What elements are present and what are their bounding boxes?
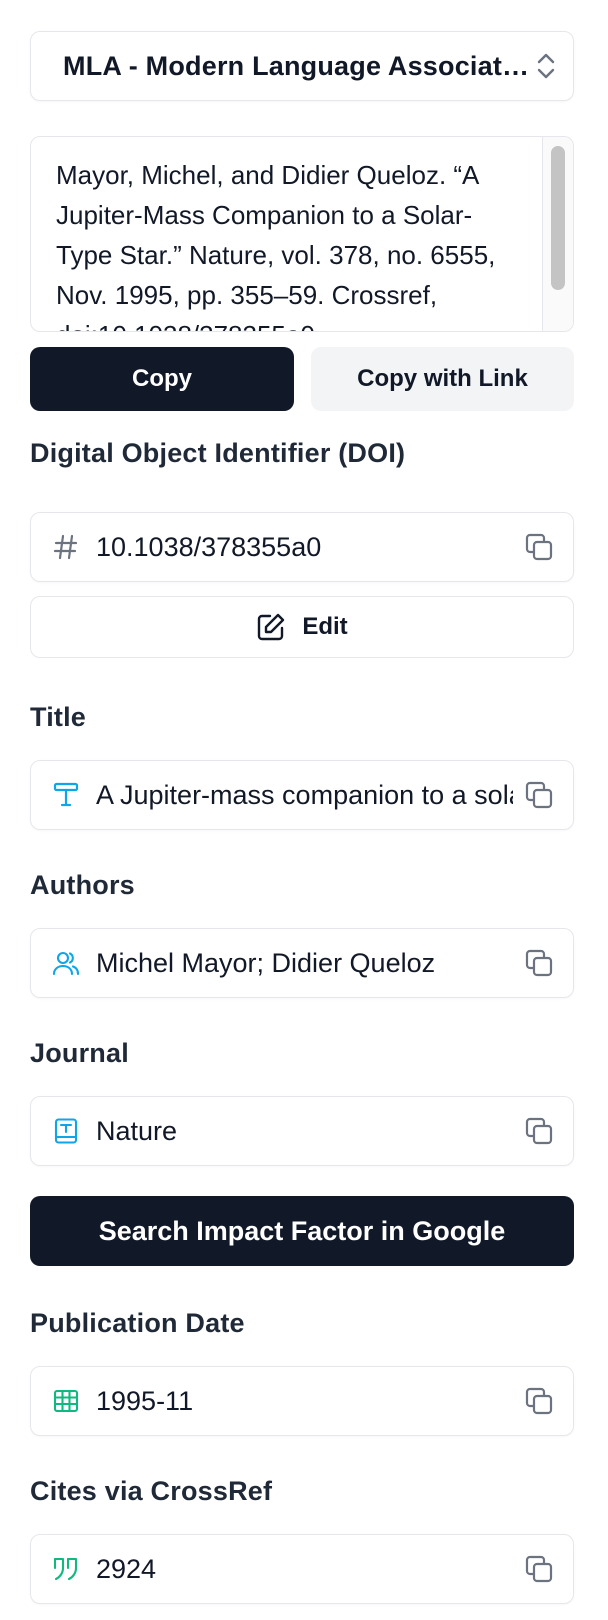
journal-label: Journal: [30, 1038, 129, 1068]
doi-value: 10.1038/378355a0: [96, 531, 322, 562]
table-icon: [52, 1387, 80, 1415]
copy-icon[interactable]: [523, 779, 555, 811]
copy-icon[interactable]: [523, 1553, 555, 1585]
copy-icon[interactable]: [523, 1115, 555, 1147]
journal-value: Nature: [96, 1115, 178, 1146]
cites-label: Cites via CrossRef: [30, 1476, 273, 1506]
copy-with-link-button[interactable]: Copy with Link: [311, 347, 574, 411]
copy-icon[interactable]: [523, 947, 555, 979]
title-value: A Jupiter-mass companion to a solar-type…: [96, 779, 513, 810]
citation-style-value: MLA - Modern Language Association 9th ed…: [63, 50, 535, 81]
publication-date-field[interactable]: 1995-11: [30, 1366, 574, 1436]
users-icon: [52, 949, 80, 977]
publication-date-label: Publication Date: [30, 1308, 245, 1338]
citation-textbox[interactable]: Mayor, Michel, and Didier Queloz. “A Jup…: [30, 136, 574, 332]
doi-label: Digital Object Identifier (DOI): [30, 438, 406, 468]
edit-icon: [258, 613, 285, 641]
authors-field[interactable]: Michel Mayor; Didier Queloz: [30, 928, 574, 998]
copy-icon[interactable]: [523, 531, 555, 563]
title-field[interactable]: A Jupiter-mass companion to a solar-type…: [30, 760, 574, 830]
copy-button[interactable]: Copy: [30, 347, 294, 411]
book-icon: [52, 1117, 80, 1145]
title-label: Title: [30, 702, 87, 732]
publication-date-value: 1995-11: [96, 1385, 194, 1416]
quote-icon: [52, 1555, 80, 1583]
citation-panel: MLA - Modern Language Association 9th ed…: [0, 0, 608, 1620]
citation-scrollbar[interactable]: [542, 137, 573, 331]
copy-button-row: Copy Copy with Link: [30, 347, 574, 411]
text-icon: [52, 781, 80, 809]
journal-field[interactable]: Nature: [30, 1096, 574, 1166]
authors-label: Authors: [30, 870, 135, 900]
scrollbar-thumb[interactable]: [551, 146, 565, 290]
citation-text: Mayor, Michel, and Didier Queloz. “A Jup…: [56, 160, 496, 331]
copy-icon[interactable]: [523, 1385, 555, 1417]
cites-field[interactable]: 2924: [30, 1534, 574, 1604]
edit-label: Edit: [302, 613, 348, 640]
edit-doi-button[interactable]: Edit: [30, 596, 574, 658]
chevron-up-down-icon: [537, 53, 555, 79]
authors-value: Michel Mayor; Didier Queloz: [96, 947, 436, 978]
cites-value: 2924: [96, 1553, 157, 1584]
search-impact-factor-button[interactable]: Search Impact Factor in Google: [30, 1196, 574, 1266]
doi-field[interactable]: 10.1038/378355a0: [30, 512, 574, 582]
citation-style-select[interactable]: MLA - Modern Language Association 9th ed…: [30, 31, 574, 101]
hash-icon: [52, 533, 80, 561]
